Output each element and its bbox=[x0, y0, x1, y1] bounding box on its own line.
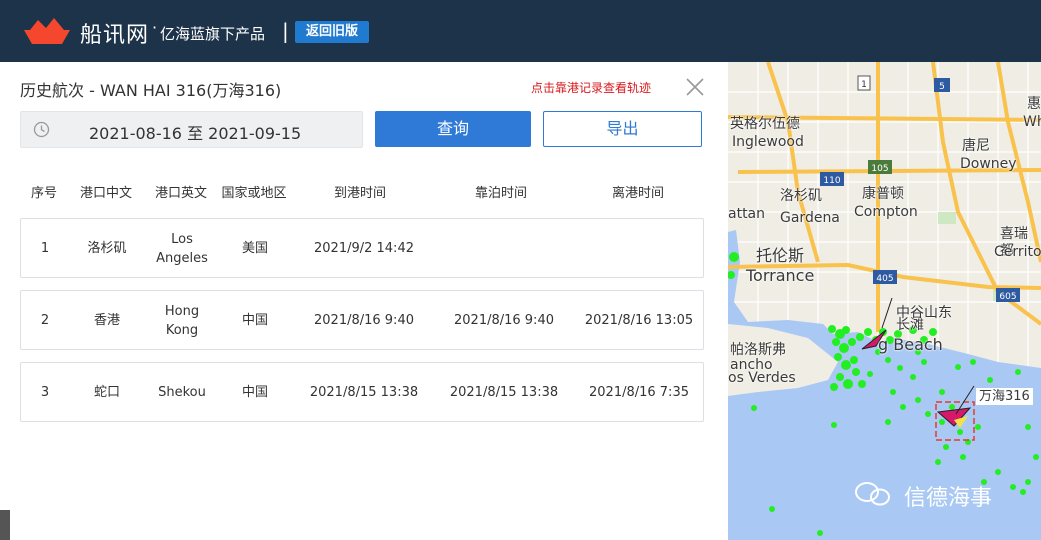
map-label-palos-en2: os Verdes bbox=[728, 370, 796, 386]
port-name-cn: 蛇口 bbox=[93, 385, 120, 400]
brand-name: 船讯网 bbox=[80, 23, 150, 48]
col-header-index: 序号 bbox=[30, 186, 57, 201]
col-header-berth: 靠泊时间 bbox=[474, 186, 527, 201]
ship-label-wanhai316: 万海316 bbox=[976, 388, 1033, 405]
old-version-button[interactable]: 返回旧版 bbox=[295, 21, 369, 43]
col-header-port-en: 港口英文 bbox=[154, 186, 207, 201]
port-name-cn: 香港 bbox=[93, 313, 120, 328]
route-605-label: 605 bbox=[999, 292, 1016, 302]
watermark-text: 信德海事 bbox=[904, 486, 993, 511]
map-label-inglewood-cn: 英格尔伍德 bbox=[730, 116, 800, 132]
departure-time: 2021/8/16 7:35 bbox=[589, 385, 689, 400]
port-name-cn: 洛杉矶 bbox=[87, 241, 127, 256]
country: 中国 bbox=[241, 385, 268, 400]
arrival-time: 2021/9/2 14:42 bbox=[314, 241, 414, 256]
map-panel[interactable]: 105 110 405 605 5 1 英格尔伍德 Inglewood 唐尼 D… bbox=[728, 62, 1041, 540]
row-index: 1 bbox=[40, 241, 50, 256]
boat-logo-icon bbox=[24, 18, 70, 44]
map-label-gardena-cn: 洛杉矶 bbox=[780, 188, 822, 204]
route-110-label: 110 bbox=[823, 176, 840, 186]
route-5-label: 5 bbox=[939, 82, 945, 92]
row-index: 3 bbox=[40, 385, 50, 400]
clock-icon bbox=[33, 121, 50, 138]
country: 中国 bbox=[241, 313, 268, 328]
port-name-en-line1: Hong bbox=[164, 304, 200, 319]
map-label-downey-en: Downey bbox=[960, 156, 1017, 172]
voyage-history-title: 历史航次 - WAN HAI 316(万海316) bbox=[20, 81, 282, 100]
port-call-row[interactable]: 1 洛杉矶 Los Angeles 美国 2021/9/2 14:42 bbox=[20, 218, 704, 278]
close-icon[interactable] bbox=[684, 76, 706, 98]
map-label-inglewood-en: Inglewood bbox=[732, 134, 804, 150]
query-button[interactable]: 查询 bbox=[375, 111, 531, 147]
map-label-gardena-en: Gardena bbox=[780, 210, 840, 226]
port-name-en: Shekou bbox=[158, 385, 206, 400]
route-105-label: 105 bbox=[871, 164, 888, 174]
departure-time: 2021/8/16 13:05 bbox=[584, 313, 694, 328]
ship-label-zhonggu: 中谷山东 bbox=[896, 305, 952, 321]
map-label-compton-en: Compton bbox=[854, 204, 918, 220]
track-hint-link[interactable]: 点击靠港记录查看轨迹 bbox=[531, 79, 651, 96]
arrival-time: 2021/8/15 13:38 bbox=[309, 385, 419, 400]
date-range-picker[interactable]: 2021-08-16 至 2021-09-15 bbox=[20, 111, 363, 148]
date-range-value: 2021-08-16 至 2021-09-15 bbox=[89, 124, 302, 143]
map-label-downey-cn: 唐尼 bbox=[962, 138, 990, 154]
map-label-cerritos-en: Cerrito bbox=[994, 244, 1041, 260]
map-label-torrance-cn: 托伦斯 bbox=[756, 246, 805, 265]
berth-time: 2021/8/15 13:38 bbox=[449, 385, 559, 400]
route-1-label: 1 bbox=[861, 80, 867, 90]
map-label-right-edge-1: 惠 bbox=[1027, 96, 1041, 112]
port-name-en-line2: Angeles bbox=[156, 251, 208, 266]
export-button[interactable]: 导出 bbox=[543, 111, 702, 147]
top-header: 船讯网 · 亿海蓝旗下产品 | 返回旧版 bbox=[0, 0, 1041, 62]
col-header-port-cn: 港口中文 bbox=[79, 186, 132, 201]
col-header-country: 国家或地区 bbox=[221, 186, 287, 201]
brand-subtitle: 亿海蓝旗下产品 bbox=[160, 25, 266, 43]
map-label-gardena-partial: attan bbox=[728, 206, 766, 222]
map-label-compton-cn: 康普顿 bbox=[862, 186, 904, 202]
map-label-right-edge-2: Wh bbox=[1023, 114, 1041, 130]
map-label-torrance-en: Torrance bbox=[746, 266, 815, 285]
country: 美国 bbox=[241, 241, 268, 256]
arrival-time: 2021/8/16 9:40 bbox=[314, 313, 414, 328]
brand-dot: · bbox=[152, 18, 158, 37]
port-name-en-line2: Kong bbox=[165, 323, 199, 338]
port-call-row[interactable]: 3 蛇口 Shekou 中国 2021/8/15 13:38 2021/8/15… bbox=[20, 362, 704, 422]
left-edge-handle[interactable] bbox=[0, 510, 10, 540]
col-header-departure: 离港时间 bbox=[611, 186, 664, 201]
route-405-label: 405 bbox=[876, 274, 893, 284]
port-call-row[interactable]: 2 香港 Hong Kong 中国 2021/8/16 9:40 2021/8/… bbox=[20, 290, 704, 350]
header-separator: | bbox=[282, 19, 289, 43]
map-label-longbeach-en: g Beach bbox=[878, 335, 943, 354]
port-name-en-line1: Los bbox=[171, 232, 193, 247]
berth-time: 2021/8/16 9:40 bbox=[454, 313, 554, 328]
wechat-icon bbox=[855, 482, 890, 506]
row-index: 2 bbox=[40, 313, 50, 328]
col-header-arrival: 到港时间 bbox=[333, 186, 386, 201]
